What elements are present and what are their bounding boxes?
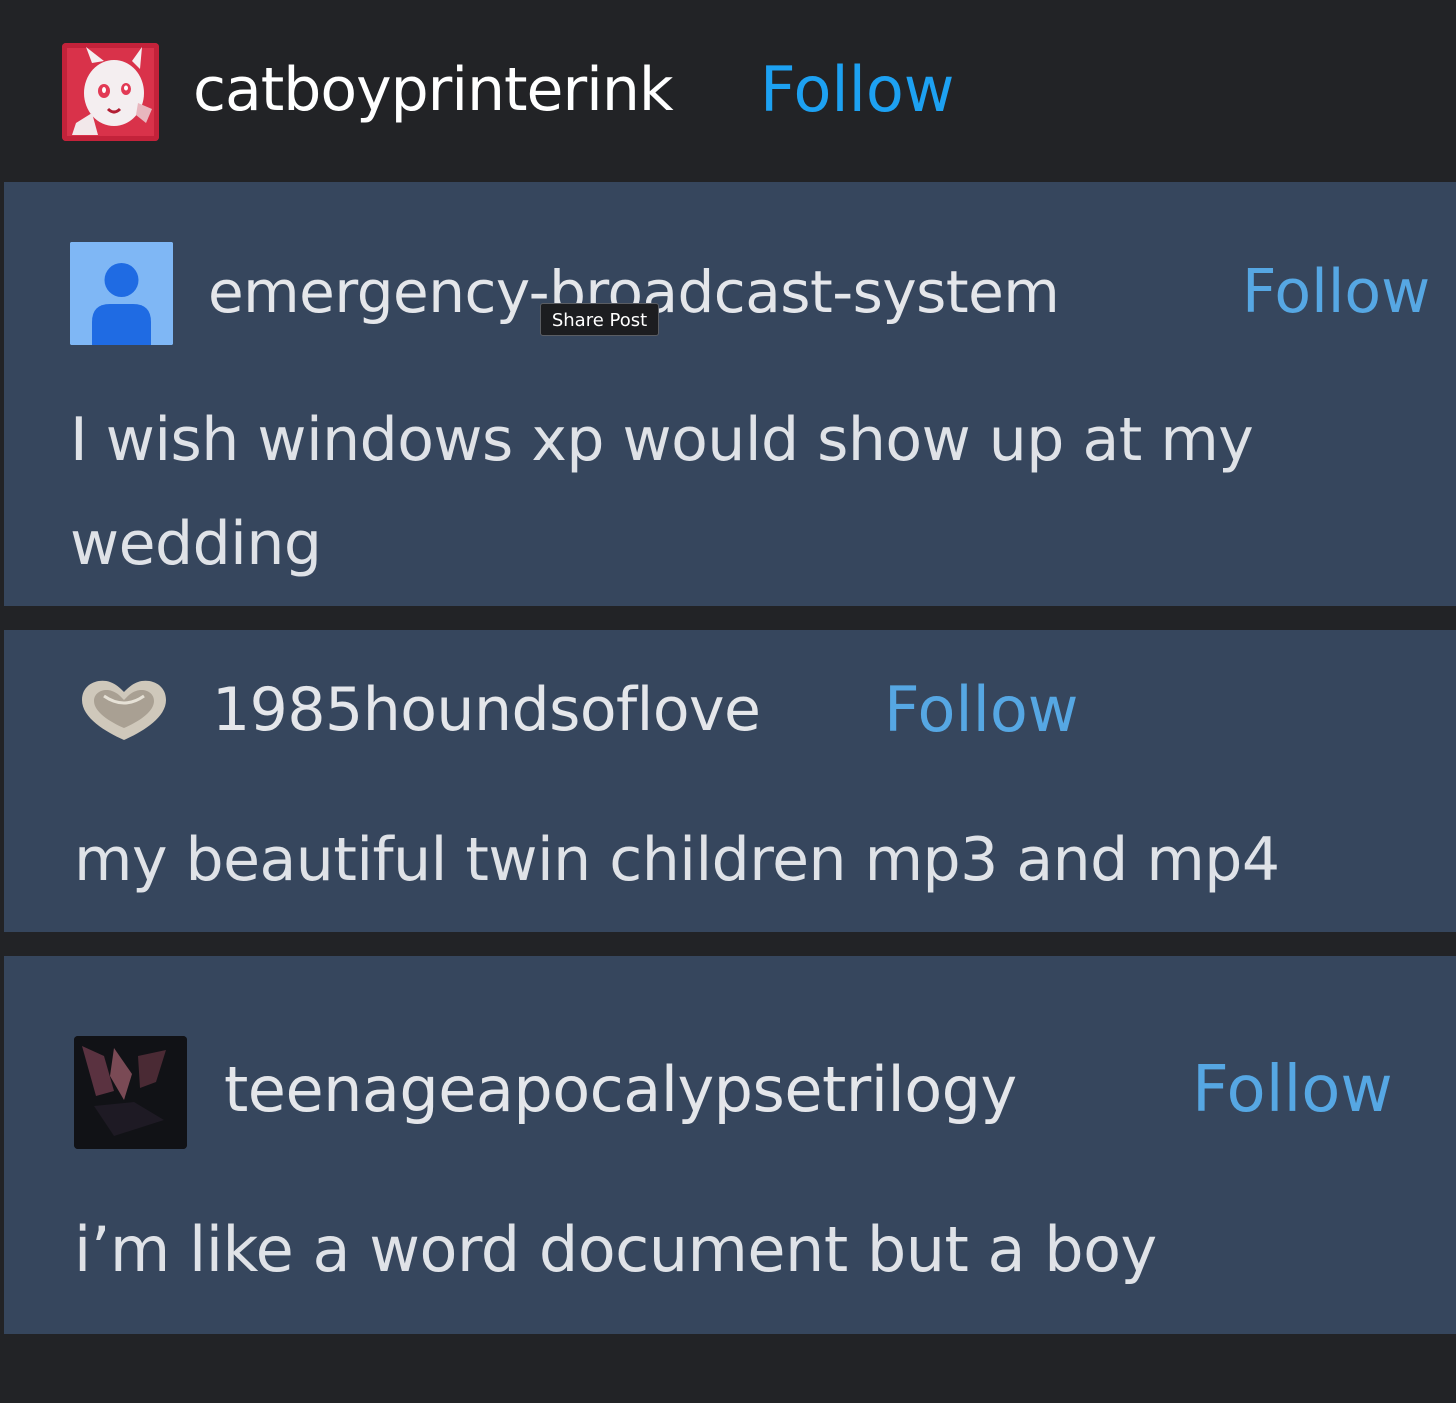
reblog-card: teenageapocalypsetrilogy Follow i’m like…: [4, 956, 1456, 1334]
dark-photo-avatar-icon[interactable]: [74, 1036, 187, 1149]
anime-character-avatar-icon[interactable]: [62, 43, 159, 141]
post-text: I wish windows xp would show up at my we…: [70, 405, 1254, 579]
reblog-card: 1985houndsoflove Follow my beautiful twi…: [4, 630, 1456, 932]
post-text: i’m like a word document but a boy: [74, 1213, 1157, 1286]
post-text: my beautiful twin children mp3 and mp4: [74, 825, 1280, 895]
follow-button[interactable]: Follow: [884, 673, 1078, 747]
share-post-tooltip: Share Post: [540, 303, 659, 336]
default-user-avatar-icon[interactable]: [70, 242, 173, 345]
post-username[interactable]: 1985houndsoflove: [212, 673, 761, 747]
follow-button[interactable]: Follow: [1192, 1052, 1393, 1128]
post-username[interactable]: teenageapocalypsetrilogy: [224, 1052, 1017, 1128]
follow-button[interactable]: Follow: [1242, 255, 1430, 329]
heart-dish-avatar-icon[interactable]: [74, 670, 174, 746]
reblog-header: catboyprinterink Follow: [0, 0, 1456, 182]
reblog-card: emergency-broadcast-system Follow I wish…: [4, 182, 1456, 606]
reblogger-username[interactable]: catboyprinterink: [193, 52, 674, 128]
header-follow-button[interactable]: Follow: [760, 52, 954, 128]
